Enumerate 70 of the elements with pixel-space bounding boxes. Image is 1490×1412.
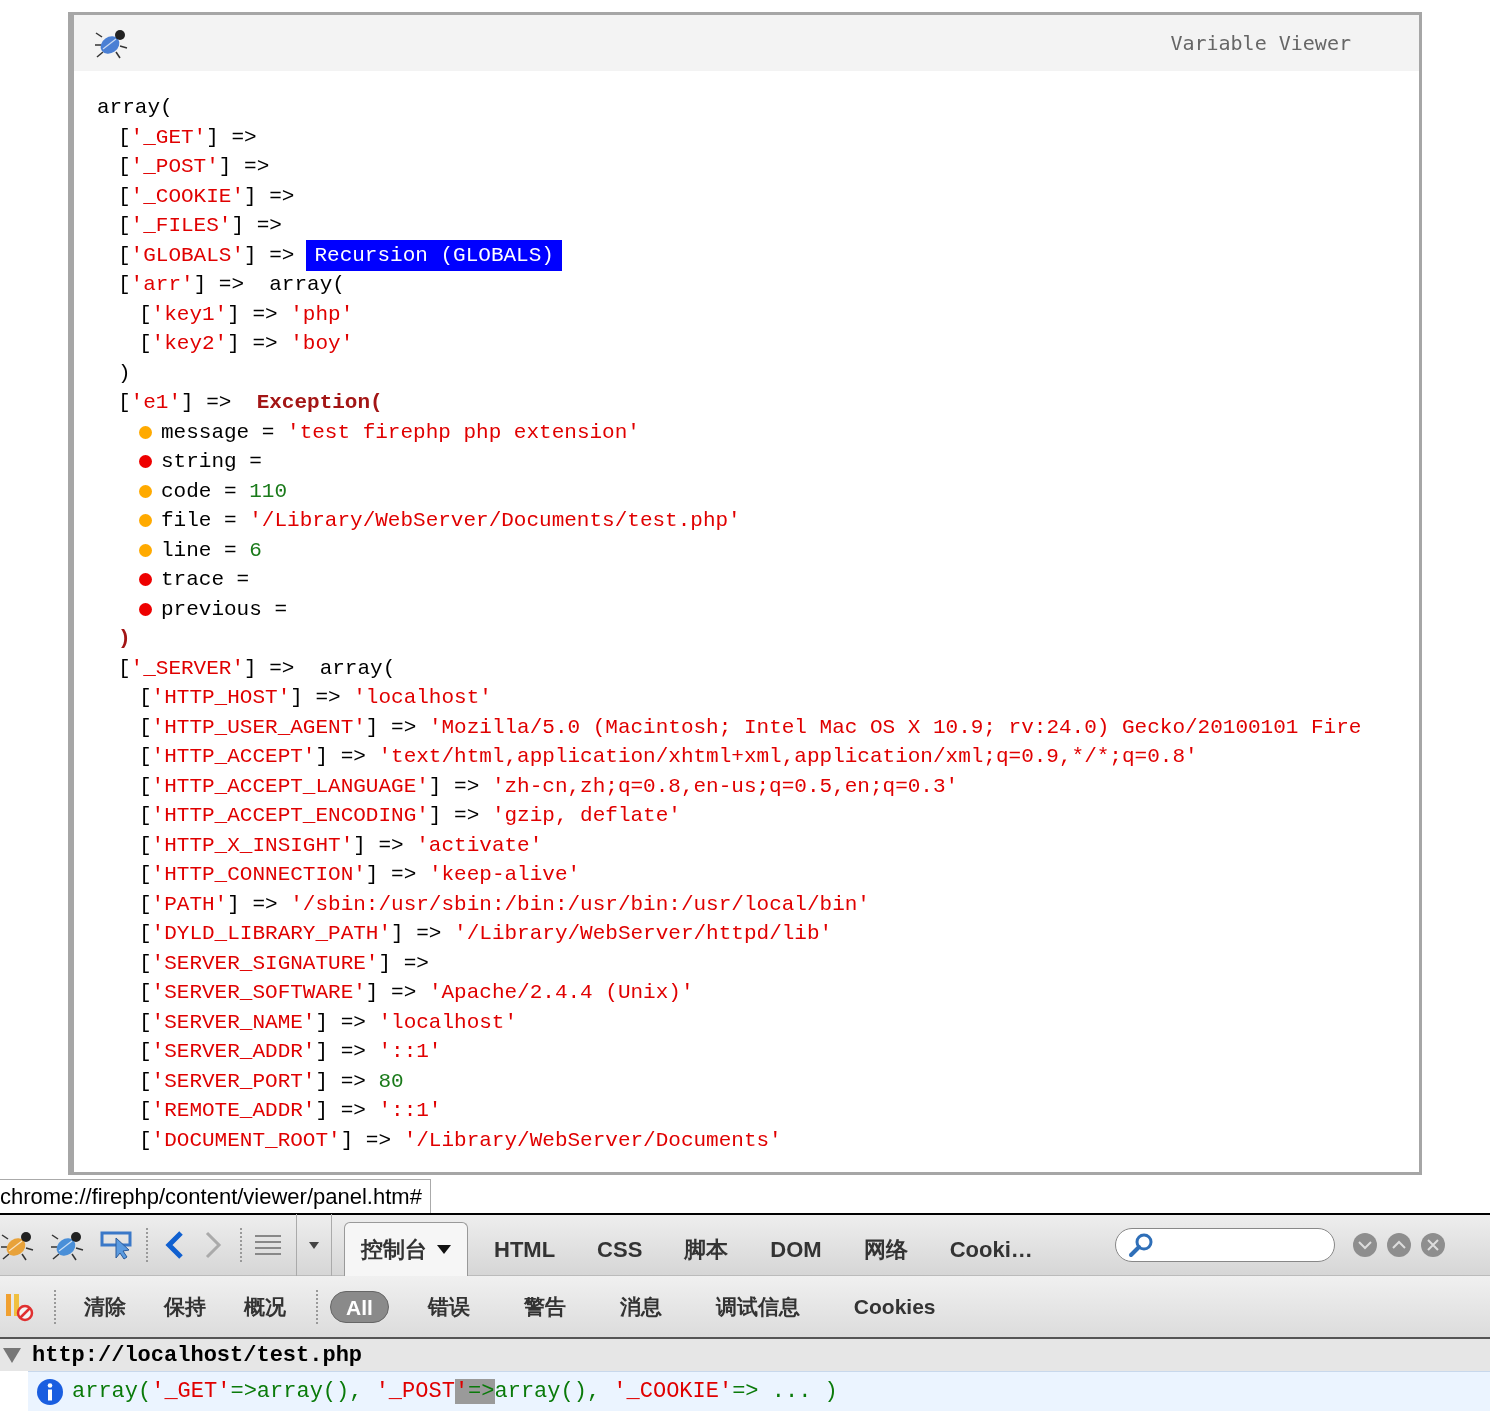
code-line: ['SERVER_NAME'] => 'localhost' (139, 1009, 518, 1036)
code-line: ['key1'] => 'php' (139, 301, 354, 328)
code-line: line = 6 (161, 537, 262, 564)
code-line: ) (118, 360, 131, 387)
code-line: ['_SERVER'] => array( (118, 655, 396, 682)
bug-icon (50, 1229, 86, 1261)
code-line: ['HTTP_X_INSIGHT'] => 'activate' (139, 832, 543, 859)
close-icon[interactable] (1420, 1233, 1445, 1257)
panel-tab[interactable]: CSS (581, 1222, 659, 1276)
code-line: ['PATH'] => '/sbin:/usr/sbin:/bin:/usr/bin:/usr/local/bin' (139, 891, 870, 918)
code-line: ['key2'] => 'boy' (139, 331, 354, 357)
filter-tab[interactable]: 警告 (508, 1290, 581, 1323)
code-line: ['REMOTE_ADDR'] => '::1' (139, 1098, 442, 1124)
code-line: ['GLOBALS'] => (118, 242, 295, 269)
panel-tab[interactable]: 控制台 (344, 1222, 468, 1276)
panel-tab[interactable]: HTML (478, 1222, 572, 1276)
code-line: file = '/Library/WebServer/Documents/test.php' (161, 508, 741, 534)
code-line: previous = (161, 596, 288, 623)
code-line: ['DYLD_LIBRARY_PATH'] => '/Library/WebServer/httpd/lib' (139, 921, 833, 947)
status-url: chrome://firephp/content/viewer/panel.htm# (0, 1179, 431, 1213)
search-icon (1127, 1232, 1154, 1258)
detach-icon[interactable] (1386, 1233, 1411, 1257)
filter-tab[interactable]: 错误 (412, 1290, 485, 1323)
firebug-icon (0, 1229, 36, 1261)
code-line: ['SERVER_SIGNATURE'] => (139, 950, 429, 977)
code-line: ['DOCUMENT_ROOT'] => '/Library/WebServer/Documents' (139, 1127, 782, 1154)
code-line: trace = (161, 567, 250, 593)
code-line: ['_COOKIE'] => (118, 183, 295, 210)
expand-icon[interactable] (2, 1346, 22, 1364)
info-icon (36, 1377, 64, 1406)
code-line: array( (97, 95, 173, 121)
code-line: ['arr'] => array( (118, 272, 345, 298)
log-message: array('_GET'=>array(), '_POST'=>array(), '_COOKIE'=> ... ) (72, 1378, 838, 1406)
code-line: ['SERVER_SOFTWARE'] => 'Apache/2.4.4 (Unix)' (139, 980, 694, 1006)
code-line: code = 110 (161, 478, 288, 505)
code-line: ['HTTP_HOST'] => 'localhost' (139, 685, 492, 711)
inspect-icon[interactable] (100, 1230, 134, 1260)
code-line: ['SERVER_PORT'] => 80 (139, 1068, 404, 1095)
recursion-badge: Recursion (GLOBALS) (306, 239, 562, 271)
code-line: ['HTTP_ACCEPT'] => 'text/html,application/xhtml+xml,application/xml;q=0.9,*/*;q=0.8' (139, 744, 1198, 770)
search-field[interactable] (1114, 1228, 1335, 1262)
filter-tab[interactable]: 调试信息 (700, 1290, 815, 1323)
code-line: message = 'test firephp php extension' (161, 419, 640, 446)
list-icon[interactable] (254, 1233, 282, 1257)
code-line: ) (118, 626, 131, 652)
filter-tab[interactable]: 消息 (604, 1290, 677, 1323)
back-icon[interactable] (164, 1230, 186, 1260)
clear-console-icon[interactable] (4, 1291, 36, 1322)
code-line: string = (161, 449, 262, 475)
code-line: ['HTTP_ACCEPT_ENCODING'] => 'gzip, deflate' (139, 803, 681, 829)
code-line: ['_FILES'] => (118, 213, 282, 239)
viewer-title: Variable Viewer (1170, 30, 1351, 57)
code-line: ['HTTP_ACCEPT_LANGUAGE'] => 'zh-cn,zh;q=0.8,en-us;q=0.5,en;q=0.3' (139, 773, 959, 800)
minimize-icon[interactable] (1352, 1233, 1377, 1257)
code-line: ['HTTP_USER_AGENT'] => 'Mozilla/5.0 (Macintosh; Intel Mac OS X 10.9; rv:24.0) Gecko/20100101 Fire (139, 714, 1362, 741)
code-line: ['_GET'] => (118, 124, 257, 151)
caret-icon[interactable] (309, 1241, 319, 1249)
code-line: ['_POST'] => (118, 154, 270, 180)
bug-icon (94, 27, 130, 59)
code-line: ['e1'] => Exception( (118, 390, 383, 416)
console-action[interactable]: 清除 (84, 1290, 126, 1323)
panel-tab[interactable]: Cooki… (933, 1222, 1049, 1276)
panel-tab[interactable]: DOM (754, 1222, 838, 1276)
filter-tab[interactable]: Cookies (838, 1290, 951, 1323)
panel-tab[interactable]: 脚本 (668, 1222, 745, 1276)
console-action[interactable]: 保持 (164, 1290, 206, 1323)
code-line: ['SERVER_ADDR'] => '::1' (139, 1039, 442, 1065)
console-action[interactable]: 概况 (244, 1290, 286, 1323)
code-line: ['HTTP_CONNECTION'] => 'keep-alive' (139, 862, 581, 888)
panel-tab[interactable]: 网络 (847, 1222, 924, 1276)
